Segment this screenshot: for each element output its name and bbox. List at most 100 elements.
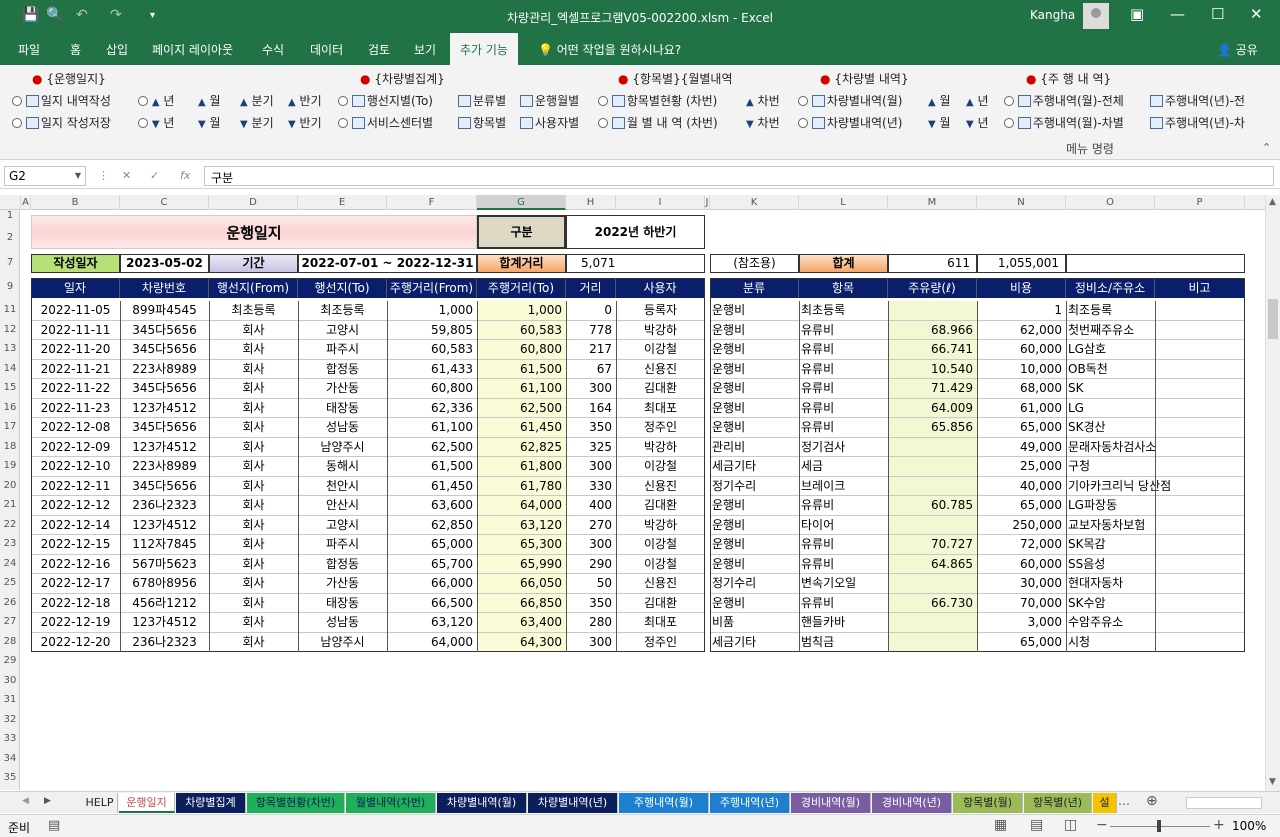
cell-cost[interactable]: 40,000 (977, 477, 1066, 496)
radio-icon[interactable] (338, 96, 348, 106)
ribbon-item-month[interactable]: ▲ 월 (198, 92, 221, 109)
formula-input[interactable]: 구분 (204, 166, 1274, 186)
cell-user[interactable]: 이강철 (616, 340, 705, 359)
row-header[interactable]: 7 (0, 257, 20, 268)
row-header[interactable]: 2 (0, 232, 20, 243)
cell-distance[interactable]: 300 (566, 379, 616, 398)
cell-to[interactable]: 합정동 (298, 360, 387, 379)
col-header[interactable]: F (387, 195, 477, 210)
cell-from[interactable]: 회사 (209, 594, 298, 613)
cell-mileage-to[interactable]: 65,300 (477, 535, 566, 554)
sheet-tab[interactable]: 차량별내역(월) (437, 793, 527, 813)
cell-fuel[interactable]: 60.785 (888, 496, 977, 515)
cell-user[interactable]: 박강하 (616, 321, 705, 340)
cell-item[interactable]: 세금 (799, 457, 888, 476)
cell-fuel[interactable] (888, 438, 977, 457)
more-sheets-icon[interactable]: … (1118, 794, 1130, 808)
col-header[interactable]: O (1066, 195, 1155, 210)
cell-mileage-to[interactable]: 62,825 (477, 438, 566, 457)
cell-user[interactable]: 신용진 (616, 574, 705, 593)
cell-mileage-from[interactable]: 61,433 (387, 360, 477, 379)
cell-user[interactable]: 정주인 (616, 633, 705, 652)
cell-category[interactable]: 정기수리 (710, 477, 799, 496)
cell-car-number[interactable]: 223사8989 (120, 457, 209, 476)
radio-icon[interactable] (798, 118, 808, 128)
row-header[interactable]: 22 (0, 519, 20, 530)
sheet-tab[interactable]: 설 (1093, 793, 1117, 813)
cell-date[interactable]: 2022-11-20 (31, 340, 120, 359)
cell-from[interactable]: 회사 (209, 340, 298, 359)
cell-mileage-from[interactable]: 62,500 (387, 438, 477, 457)
cell-mileage-to[interactable]: 61,450 (477, 418, 566, 437)
cell-mileage-from[interactable]: 62,336 (387, 399, 477, 418)
cell-date[interactable]: 2022-12-18 (31, 594, 120, 613)
sheet-tab[interactable]: 운행일지 (119, 793, 175, 813)
row-header[interactable]: 1 (0, 210, 20, 221)
radio-icon[interactable] (1004, 118, 1014, 128)
ribbon-item-mileage-month-car[interactable]: 주행내역(월)-차별 (1004, 114, 1124, 131)
tab-page-layout[interactable]: 페이지 레이아웃 (152, 41, 233, 58)
cell-mileage-from[interactable]: 62,850 (387, 516, 477, 535)
cell-date[interactable]: 2022-12-15 (31, 535, 120, 554)
cell-user[interactable]: 이강철 (616, 555, 705, 574)
cell-car-number[interactable]: 345다5656 (120, 418, 209, 437)
select-all-corner[interactable] (0, 195, 21, 210)
cell-distance[interactable]: 280 (566, 613, 616, 632)
cell-distance[interactable]: 290 (566, 555, 616, 574)
cell-date[interactable]: 2022-11-23 (31, 399, 120, 418)
cell-category[interactable]: 관리비 (710, 438, 799, 457)
cell-mileage-to[interactable]: 65,990 (477, 555, 566, 574)
cell-date[interactable]: 2022-11-11 (31, 321, 120, 340)
ribbon-item-log-save[interactable]: 일지 작성저장 (12, 114, 111, 131)
cell-to[interactable]: 성남동 (298, 418, 387, 437)
cell-to[interactable]: 고양시 (298, 321, 387, 340)
cell-from[interactable]: 회사 (209, 613, 298, 632)
radio-icon[interactable] (138, 96, 148, 106)
cell-to[interactable]: 합정동 (298, 555, 387, 574)
cell-mileage-from[interactable]: 60,800 (387, 379, 477, 398)
cell-mileage-to[interactable]: 1,000 (477, 301, 566, 320)
cell-to[interactable]: 파주시 (298, 535, 387, 554)
ribbon-item-v-month-down[interactable]: ▼ 월 (928, 114, 951, 131)
sheet-tab[interactable]: 차량별집계 (176, 793, 246, 813)
cell-fuel[interactable] (888, 633, 977, 652)
cell-cost[interactable]: 65,000 (977, 633, 1066, 652)
cell-cost[interactable]: 65,000 (977, 496, 1066, 515)
cell-user[interactable]: 등록자 (616, 301, 705, 320)
cell-user[interactable]: 김대환 (616, 594, 705, 613)
cell-car-number[interactable]: 345다5656 (120, 477, 209, 496)
cell-date[interactable]: 2022-12-08 (31, 418, 120, 437)
cell-to[interactable]: 고양시 (298, 516, 387, 535)
cell-mileage-to[interactable]: 64,300 (477, 633, 566, 652)
radio-icon[interactable] (338, 118, 348, 128)
maximize-icon[interactable]: ☐ (1211, 5, 1224, 23)
gubun-value-cell[interactable]: 2022년 하반기 (566, 215, 705, 249)
cell-category[interactable]: 운행비 (710, 516, 799, 535)
col-header[interactable]: M (888, 195, 977, 210)
cell-category[interactable]: 세금기타 (710, 633, 799, 652)
cell-mileage-from[interactable]: 65,700 (387, 555, 477, 574)
cell-date[interactable]: 2022-12-16 (31, 555, 120, 574)
cell-mileage-from[interactable]: 63,600 (387, 496, 477, 515)
cell-car-number[interactable]: 123가4512 (120, 438, 209, 457)
row-header[interactable]: 12 (0, 324, 20, 335)
cell-category[interactable]: 운행비 (710, 321, 799, 340)
cell-distance[interactable]: 325 (566, 438, 616, 457)
cell-car-number[interactable]: 678아8956 (120, 574, 209, 593)
tell-me-box[interactable]: 💡 어떤 작업을 원하시나요? (538, 41, 681, 58)
zoom-out-icon[interactable]: − (1096, 817, 1108, 833)
col-header[interactable]: H (566, 195, 616, 210)
cell-fuel[interactable] (888, 457, 977, 476)
cell-item[interactable]: 유류비 (799, 418, 888, 437)
row-header[interactable]: 9 (0, 281, 20, 292)
cell-user[interactable]: 박강하 (616, 516, 705, 535)
ribbon-item-drive-month[interactable]: 운행월별 (520, 92, 579, 109)
row-header[interactable]: 25 (0, 577, 20, 588)
cell-mileage-from[interactable]: 61,450 (387, 477, 477, 496)
cell-to[interactable]: 안산시 (298, 496, 387, 515)
cell-item[interactable]: 핸들카바 (799, 613, 888, 632)
cell-distance[interactable]: 400 (566, 496, 616, 515)
row-header[interactable]: 24 (0, 558, 20, 569)
cell-mileage-to[interactable]: 61,800 (477, 457, 566, 476)
ribbon-item-vehicle-month[interactable]: 차량별내역(월) (798, 92, 902, 109)
